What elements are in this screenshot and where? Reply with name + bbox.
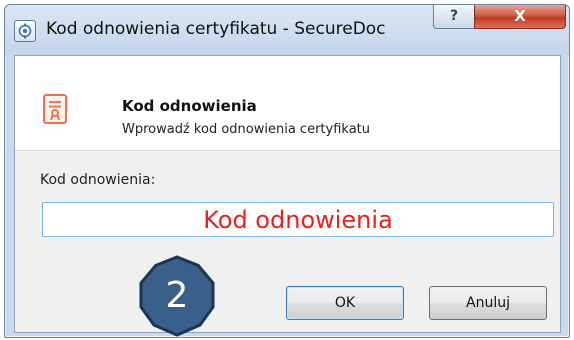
header-panel: Kod odnowienia Wprowadź kod odnowienia c… [15,56,560,151]
renewal-code-input[interactable] [42,202,554,237]
help-icon: ? [449,8,459,24]
close-button[interactable]: X [474,5,566,29]
dialog-window: Kod odnowienia certyfikatu - SecureDoc ?… [4,4,570,338]
app-icon[interactable] [14,20,36,42]
cancel-button[interactable]: Anuluj [429,286,547,320]
step-number: 2 [165,275,189,316]
certificate-icon [43,94,67,124]
ok-button[interactable]: OK [286,286,404,320]
window-title: Kod odnowienia certyfikatu - SecureDoc [46,19,386,39]
close-icon: X [514,7,526,25]
help-button[interactable]: ? [433,5,475,29]
header-title: Kod odnowienia [122,97,257,115]
title-bar[interactable]: Kod odnowienia certyfikatu - SecureDoc ?… [5,5,569,55]
renewal-code-label: Kod odnowienia: [40,172,156,188]
header-subtitle: Wprowadź kod odnowienia certyfikatu [122,122,370,137]
dialog-body: Kod odnowienia Wprowadź kod odnowienia c… [14,55,561,337]
